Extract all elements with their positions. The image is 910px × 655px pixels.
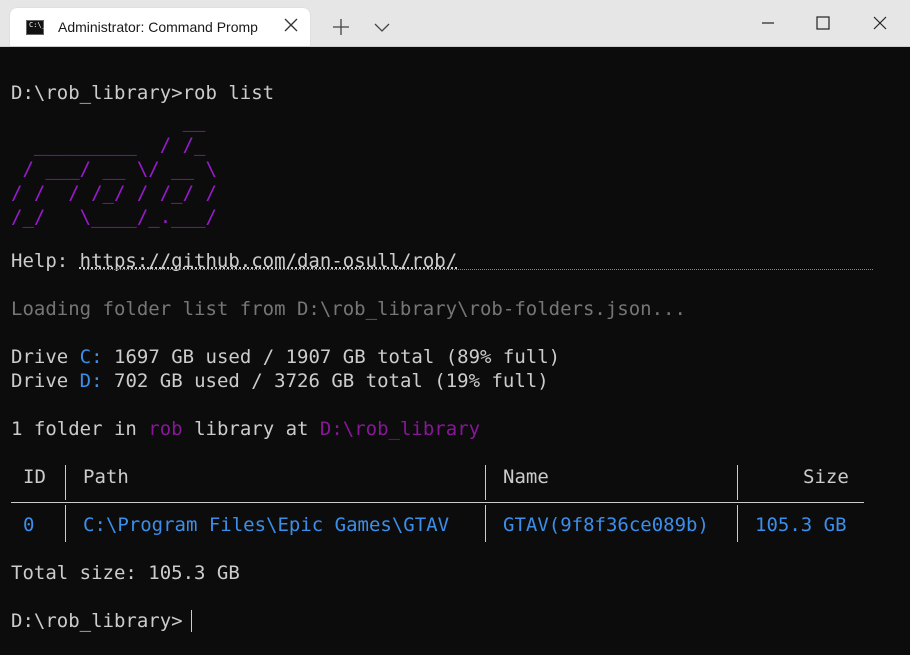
drive-line-c: Drive C: 1697 GB used / 1907 GB total (8… (11, 346, 561, 368)
command-prompt-icon: C:\_ (26, 20, 46, 35)
drive-letter: D: (79, 370, 103, 392)
maximize-icon[interactable] (800, 8, 846, 38)
header-path: Path (83, 466, 129, 488)
library-path: D:\rob_library (319, 418, 481, 440)
total-size: Total size: 105.3 GB (11, 562, 240, 584)
prompt: D:\rob_library> (11, 82, 183, 104)
column-divider (65, 505, 66, 542)
command-text: rob list (182, 82, 275, 104)
minimize-icon[interactable] (745, 8, 791, 38)
column-divider (485, 465, 486, 500)
text-cursor (191, 610, 192, 632)
help-label: Help: (11, 250, 69, 272)
column-divider (65, 465, 66, 500)
header-size: Size (803, 466, 849, 488)
terminal-tab[interactable]: C:\_ Administrator: Command Promp (10, 8, 310, 46)
rob-ascii-logo: __ _________ / /_ / ___/ __ \/ __ \ / / … (11, 110, 217, 228)
terminal-area[interactable]: D:\rob_library>rob list __ _________ / /… (0, 47, 910, 655)
drive-letter: C: (79, 346, 103, 368)
command-line: D:\rob_library>rob list (11, 81, 274, 105)
chevron-down-icon[interactable] (372, 18, 392, 36)
row-id: 0 (23, 514, 35, 536)
column-divider (485, 505, 486, 542)
rob-name: rob (148, 418, 183, 440)
new-tab-icon[interactable] (330, 16, 352, 38)
column-divider (737, 505, 738, 542)
close-window-icon[interactable] (857, 8, 903, 38)
drive-line-d: Drive D: 702 GB used / 3726 GB total (19… (11, 370, 549, 392)
header-id: ID (23, 466, 46, 488)
row-name: GTAV(9f8f36ce089b) (503, 514, 709, 536)
loading-message: Loading folder list from D:\rob_library\… (11, 298, 686, 320)
column-divider (737, 465, 738, 500)
header-name: Name (503, 466, 549, 488)
row-size: 105.3 GB (755, 514, 847, 536)
table-header-rule (11, 502, 864, 503)
library-summary: 1 folder in rob library at D:\rob_librar… (11, 418, 481, 440)
final-prompt[interactable]: D:\rob_library> (11, 609, 183, 633)
link-underline (83, 269, 873, 270)
tab-title: Administrator: Command Promp (58, 19, 258, 35)
close-tab-icon[interactable] (282, 16, 300, 34)
title-bar: C:\_ Administrator: Command Promp (0, 0, 910, 47)
row-path: C:\Program Files\Epic Games\GTAV (83, 514, 450, 536)
